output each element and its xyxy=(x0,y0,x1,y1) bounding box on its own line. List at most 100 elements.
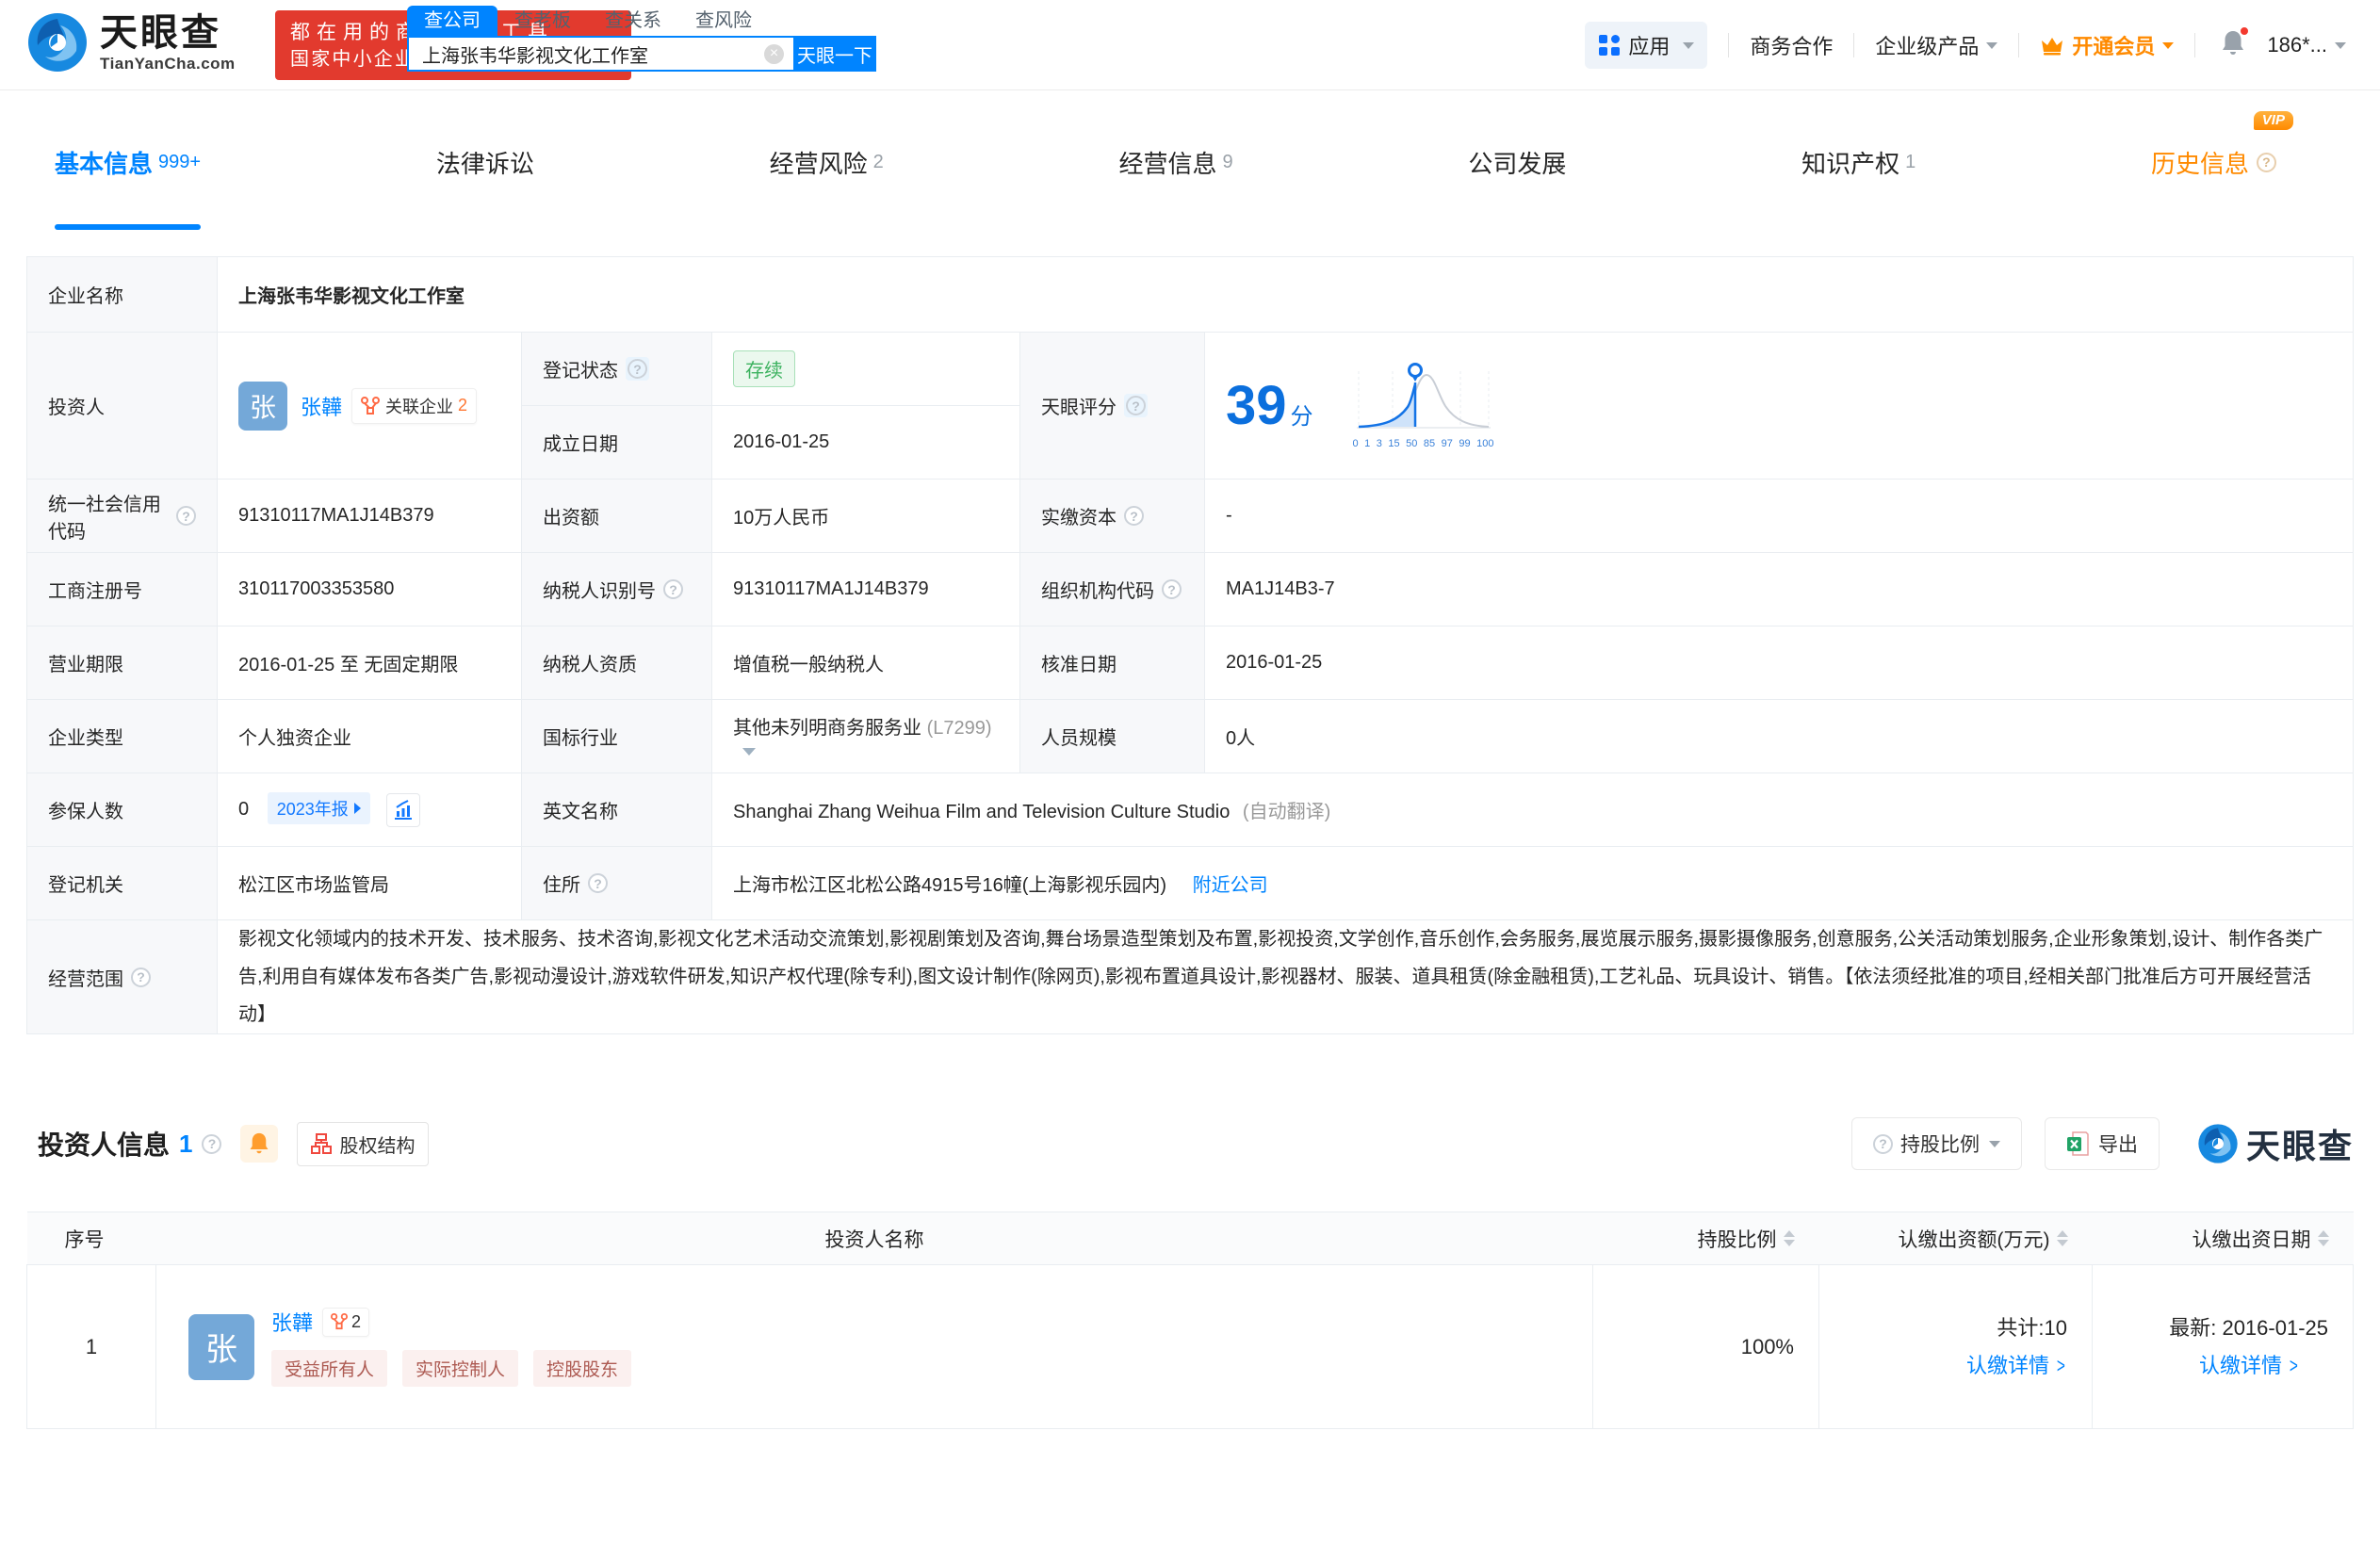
investors-title: 投资人信息 xyxy=(38,1125,170,1163)
status-badge: 存续 xyxy=(733,350,795,387)
search-button[interactable]: 天眼一下 xyxy=(793,36,876,72)
investor-name-link[interactable]: 张韡 xyxy=(271,1307,313,1337)
monitor-bell-button[interactable] xyxy=(240,1125,278,1163)
tab-history-info[interactable]: 历史信息 ? VIP xyxy=(2151,90,2276,234)
subscription-detail-link[interactable]: 认缴详情 > xyxy=(1966,1354,2067,1377)
search-box: × 天眼一下 xyxy=(407,36,876,72)
label-capital: 出资额 xyxy=(522,480,712,553)
help-icon[interactable]: ? xyxy=(663,579,683,599)
score-axis-ticks: 0131550859799100 xyxy=(1353,438,1494,449)
label-est-date: 成立日期 xyxy=(522,406,712,480)
tianyancha-logo-icon xyxy=(26,11,89,73)
tab-intellectual-property[interactable]: 知识产权 1 xyxy=(1801,90,1915,234)
search-tab-boss[interactable]: 查老板 xyxy=(497,6,588,36)
search-input[interactable] xyxy=(409,38,764,70)
tag-actual-controller[interactable]: 实际控制人 xyxy=(402,1350,518,1387)
label-business-scope: 经营范围 ? xyxy=(27,920,218,1034)
excel-export-icon xyxy=(2066,1131,2089,1156)
subscription-detail-link[interactable]: 认缴详情 > xyxy=(2199,1354,2300,1377)
tab-company-development[interactable]: 公司发展 xyxy=(1468,90,1566,234)
tyc-score-cell[interactable]: 39 分 xyxy=(1205,333,2354,480)
investor-avatar[interactable]: 张 xyxy=(238,382,287,431)
score-distribution-chart: 0131550859799100 xyxy=(1353,362,1494,449)
shareholding-ratio-filter[interactable]: ? 持股比例 xyxy=(1851,1117,2022,1170)
subscribed-amount-cell: 共计:10 认缴详情 > xyxy=(1819,1265,2093,1429)
business-scope-value: 影视文化领域内的技术开发、技术服务、技术咨询,影视文化艺术活动交流策划,影视剧策… xyxy=(218,920,2354,1034)
insured-trend-button[interactable] xyxy=(386,793,420,827)
investor-name-cell: 张 张韡 2 xyxy=(156,1265,1593,1429)
sort-icons[interactable] xyxy=(2318,1230,2329,1246)
industry-value[interactable]: 其他未列明商务服务业 (L7299) xyxy=(712,700,1020,773)
help-icon[interactable]: ? xyxy=(176,506,196,526)
export-button[interactable]: 导出 xyxy=(2045,1117,2160,1170)
uscc-value: 91310117MA1J14B379 xyxy=(218,480,522,553)
insured-count-cell: 0 2023年报 xyxy=(218,773,522,847)
help-icon[interactable]: ? xyxy=(626,357,649,381)
user-phone-menu[interactable]: 186*... xyxy=(2267,33,2346,57)
notification-bell[interactable] xyxy=(2220,29,2246,62)
clear-search-icon[interactable]: × xyxy=(764,44,784,64)
help-icon[interactable]: ? xyxy=(1162,579,1182,599)
help-icon[interactable]: ? xyxy=(1124,506,1144,526)
related-graph-icon xyxy=(361,397,380,415)
label-approve-date: 核准日期 xyxy=(1020,626,1205,700)
help-icon[interactable]: ? xyxy=(588,873,608,893)
insured-count-value: 0 xyxy=(238,799,249,820)
nearby-companies-link[interactable]: 附近公司 xyxy=(1193,875,1268,896)
menu-enterprise-product[interactable]: 企业级产品 xyxy=(1875,30,1997,60)
investors-count: 1 xyxy=(179,1130,192,1159)
annual-report-badge[interactable]: 2023年报 xyxy=(268,792,370,824)
tax-id-value: 91310117MA1J14B379 xyxy=(712,553,1020,626)
label-reg-status: 登记状态 ? xyxy=(522,333,712,406)
tianyancha-logo[interactable]: 天眼查 TianYanCha.com xyxy=(26,11,236,73)
col-header-ratio[interactable]: 持股比例 xyxy=(1593,1212,1819,1265)
tab-lawsuit[interactable]: 法律诉讼 xyxy=(436,90,534,234)
help-icon[interactable]: ? xyxy=(1124,394,1148,417)
help-icon[interactable]: ? xyxy=(2257,153,2276,172)
help-icon[interactable]: ? xyxy=(202,1134,221,1154)
tag-controlling-shareholder[interactable]: 控股股东 xyxy=(533,1350,631,1387)
date-latest: 最新: 2016-01-25 xyxy=(2093,1309,2328,1347)
col-header-index: 序号 xyxy=(27,1212,156,1265)
label-taxpayer-quality: 纳税人资质 xyxy=(522,626,712,700)
label-industry: 国标行业 xyxy=(522,700,712,773)
investor-avatar[interactable]: 张 xyxy=(188,1314,254,1380)
org-chart-icon xyxy=(311,1133,332,1154)
investor-table-row: 1 张 张韡 xyxy=(27,1265,2354,1429)
investors-table-header-row: 序号 投资人名称 持股比例 认缴出资额(万元) 认缴出资日期 xyxy=(27,1212,2354,1265)
apps-menu[interactable]: 应用 xyxy=(1585,22,1707,69)
label-company-name: 企业名称 xyxy=(27,257,218,333)
ratio-cell: 100% xyxy=(1593,1265,1819,1429)
col-header-investor-name: 投资人名称 xyxy=(156,1212,1593,1265)
search-tab-company[interactable]: 查公司 xyxy=(407,6,497,36)
investor-name-link[interactable]: 张韡 xyxy=(301,391,342,421)
related-companies-badge[interactable]: 关联企业 2 xyxy=(351,388,477,424)
label-investor: 投资人 xyxy=(27,333,218,480)
col-header-subscribed-date[interactable]: 认缴出资日期 xyxy=(2093,1212,2354,1265)
sort-icons[interactable] xyxy=(1784,1230,1795,1246)
tab-basic-info[interactable]: 基本信息 999+ xyxy=(55,90,201,234)
tab-operating-info[interactable]: 经营信息 9 xyxy=(1118,90,1232,234)
paid-capital-value: - xyxy=(1205,480,2354,553)
search-tab-relation[interactable]: 查关系 xyxy=(588,6,678,36)
label-english-name: 英文名称 xyxy=(522,773,712,847)
address-value: 上海市松江区北松公路4915号16幢(上海影视乐园内) xyxy=(733,875,1166,896)
label-tax-id: 纳税人识别号 ? xyxy=(522,553,712,626)
score-value: 39 xyxy=(1226,379,1287,433)
tab-operating-risk[interactable]: 经营风险 2 xyxy=(770,90,884,234)
menu-business-coop[interactable]: 商务合作 xyxy=(1750,30,1833,60)
business-term-value: 2016-01-25 至 无固定期限 xyxy=(218,626,522,700)
notification-dot xyxy=(2239,25,2250,37)
tag-beneficial-owner[interactable]: 受益所有人 xyxy=(271,1350,387,1387)
search-tab-risk[interactable]: 查风险 xyxy=(678,6,769,36)
related-companies-badge[interactable]: 2 xyxy=(322,1308,369,1337)
menu-open-vip[interactable]: 开通会员 xyxy=(2040,30,2174,60)
approve-date-value: 2016-01-25 xyxy=(1205,626,2354,700)
org-code-value: MA1J14B3-7 xyxy=(1205,553,2354,626)
arrow-right-icon xyxy=(354,803,361,814)
col-header-subscribed-amount[interactable]: 认缴出资额(万元) xyxy=(1819,1212,2093,1265)
help-icon[interactable]: ? xyxy=(131,968,151,987)
sort-icons[interactable] xyxy=(2057,1230,2068,1246)
equity-structure-button[interactable]: 股权结构 xyxy=(297,1122,429,1166)
label-insured-count: 参保人数 xyxy=(27,773,218,847)
